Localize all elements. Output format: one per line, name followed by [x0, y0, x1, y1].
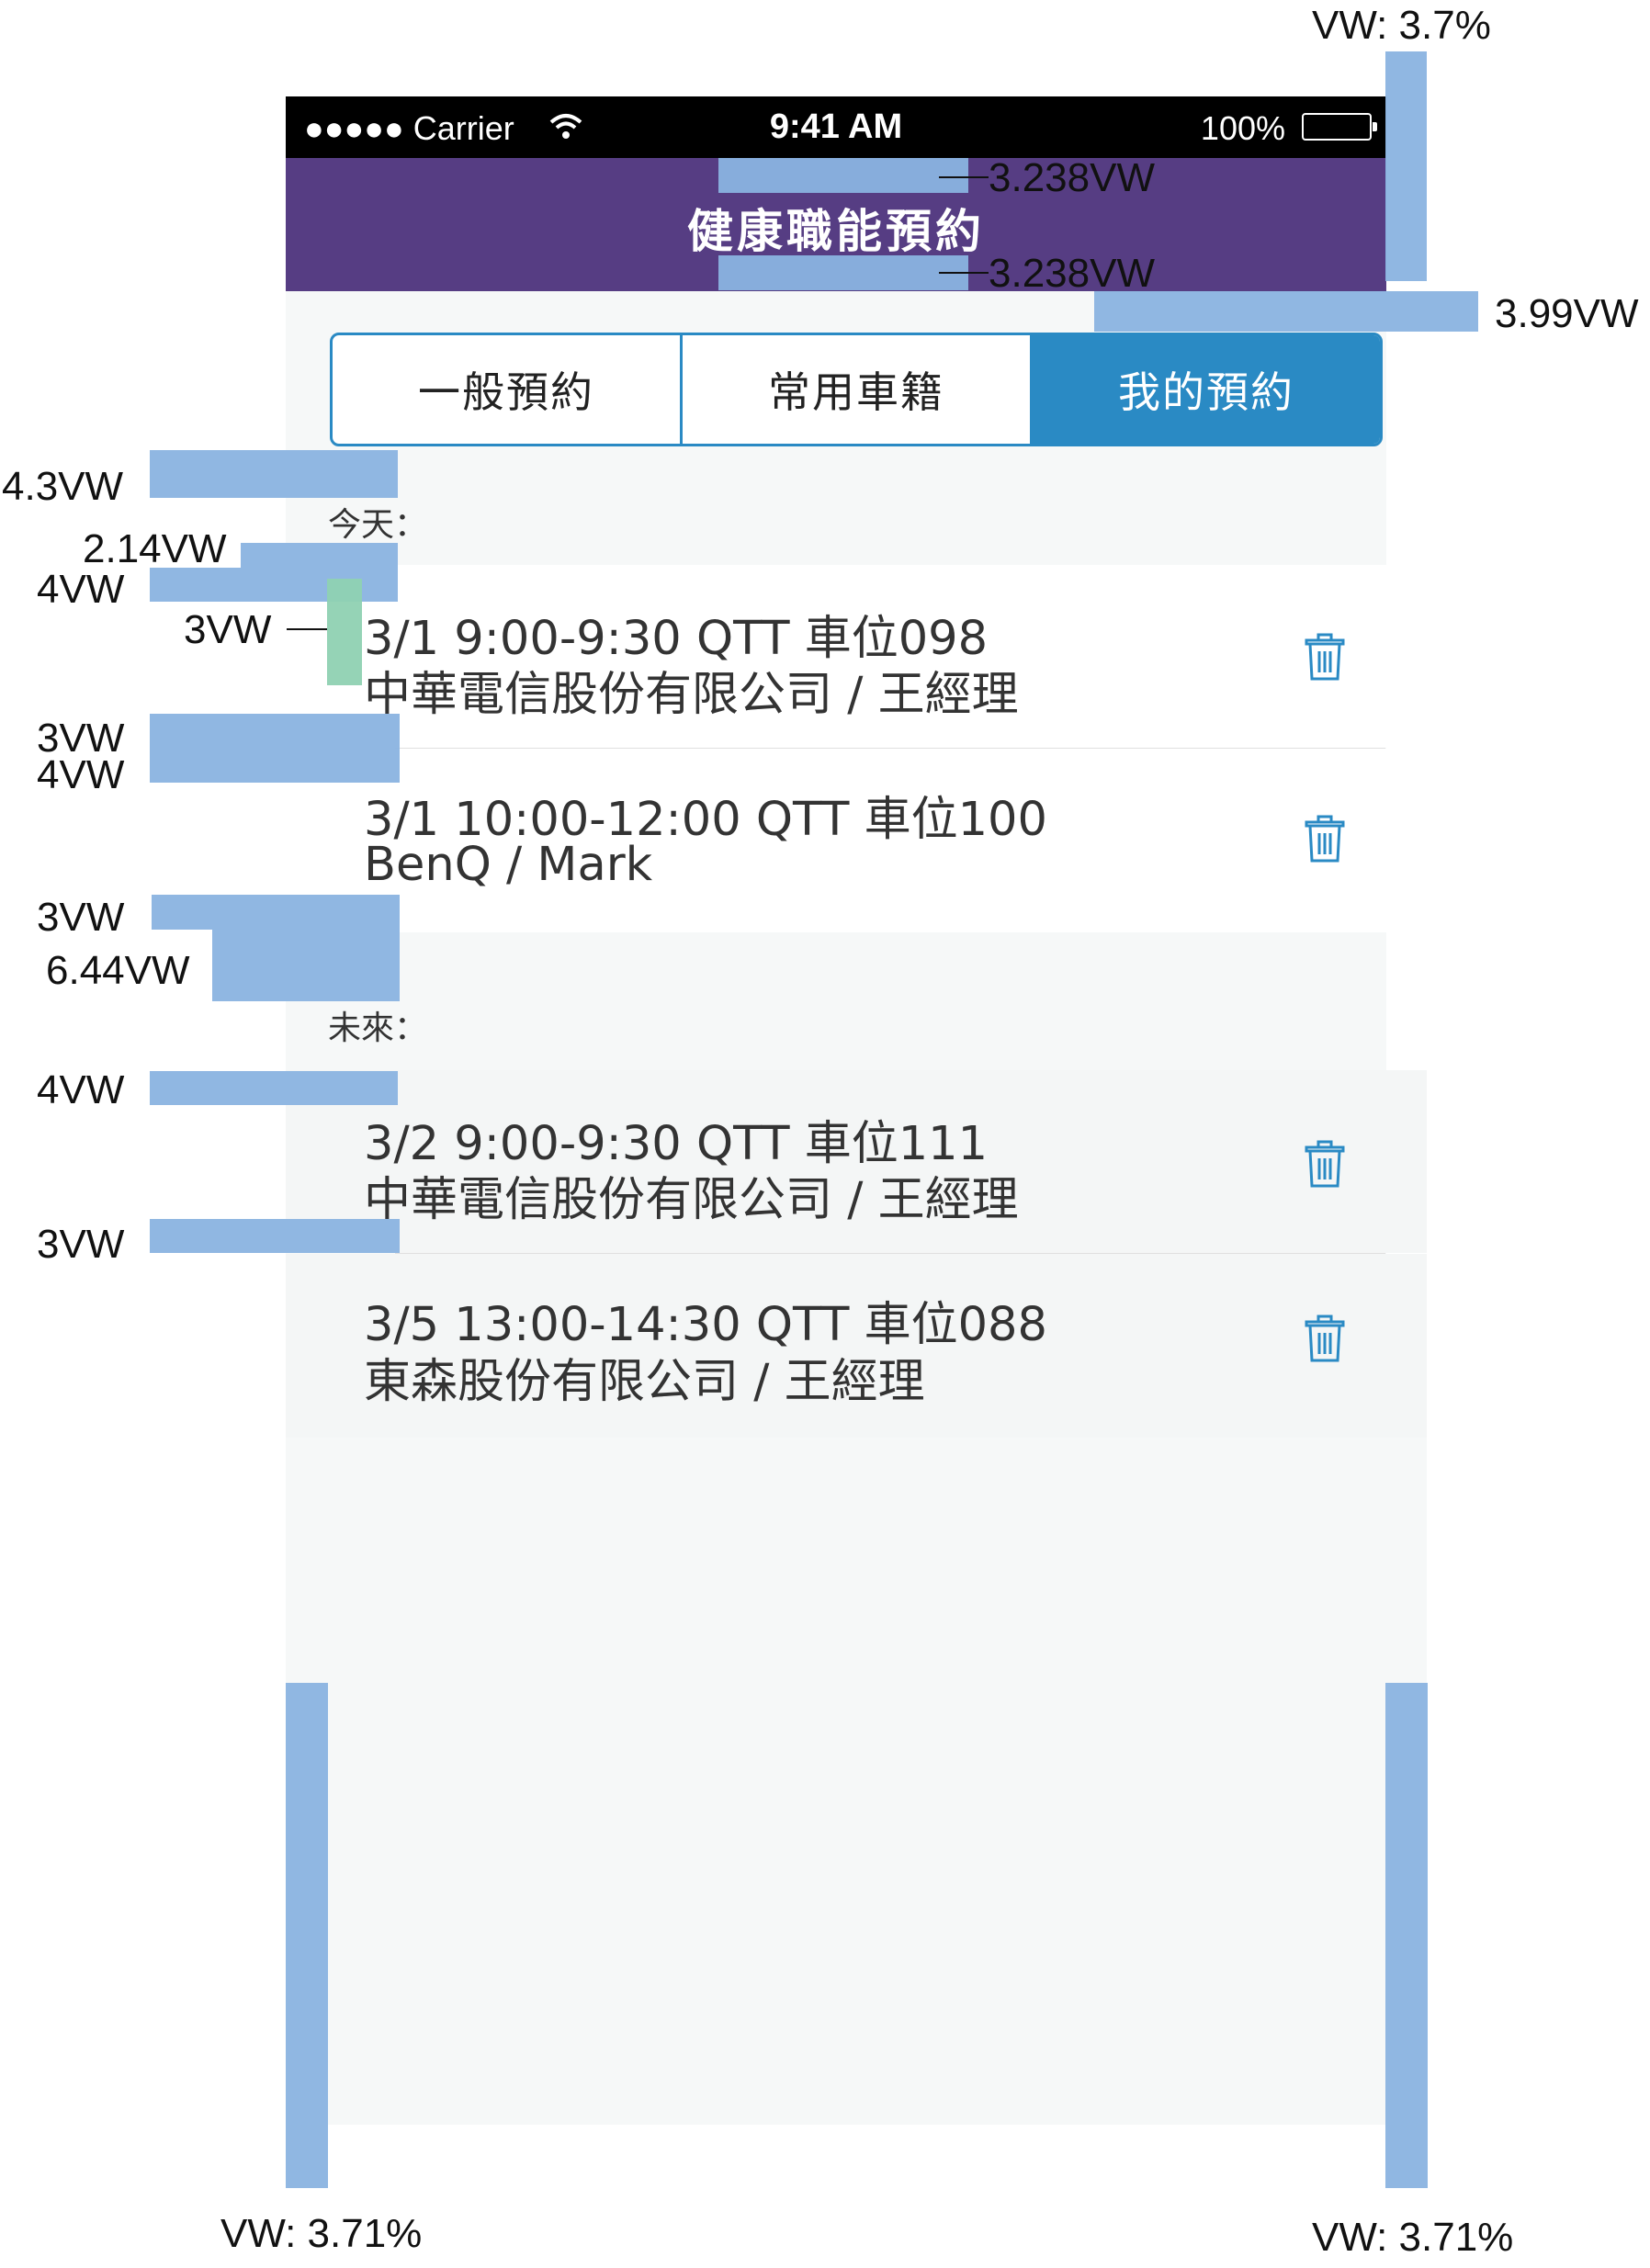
spec-label: VW: 3.71% [220, 2211, 423, 2256]
spec-leader [939, 176, 989, 178]
spec-bar [150, 1219, 400, 1253]
spec-label: 3.238VW [989, 155, 1155, 200]
spec-bar [150, 1071, 398, 1105]
booking-company: BenQ / Mark [364, 838, 653, 892]
spec-leader [287, 628, 327, 630]
content-area [329, 1683, 1385, 2125]
battery-icon [1302, 113, 1377, 141]
spec-bar [150, 714, 400, 748]
spec-bar [150, 748, 400, 783]
section-label-future: 未來： [328, 1010, 428, 1047]
spec-label: 6.44VW [46, 948, 190, 993]
segmented-control: 一般預約 常用車籍 我的預約 [330, 333, 1383, 446]
spec-bar [1385, 1683, 1428, 2188]
list-item[interactable]: 3/1 10:00-12:00 QTT 車位100 BenQ / Mark [286, 749, 1386, 932]
status-bar: ●●●●● Carrier 9:41 AM 100% [286, 96, 1386, 158]
spec-label: 4VW [37, 1067, 125, 1112]
spec-label: 3VW [184, 607, 272, 652]
spec-label: 4VW [37, 752, 125, 797]
spec-label: VW: 3.71% [1312, 2215, 1514, 2260]
spec-label: 3.238VW [989, 251, 1155, 296]
spec-label: VW: 3.7% [1312, 3, 1491, 48]
tab-saved-vehicles[interactable]: 常用車籍 [683, 335, 1033, 444]
spec-bar [212, 930, 400, 1001]
spec-leader [939, 272, 989, 274]
tab-my-bookings[interactable]: 我的預約 [1033, 335, 1380, 444]
booking-company: 東森股份有限公司 / 王經理 [364, 1355, 925, 1409]
trash-icon[interactable] [1305, 815, 1345, 863]
tab-general-booking[interactable]: 一般預約 [333, 335, 683, 444]
list-item[interactable]: 3/5 13:00-14:30 QTT 車位088 東森股份有限公司 / 王經理 [286, 1254, 1427, 1438]
trash-icon[interactable] [1305, 1315, 1345, 1362]
spec-bar [1094, 291, 1478, 332]
booking-company: 中華電信股份有限公司 / 王經理 [364, 1173, 1019, 1227]
spec-label: 3VW [37, 895, 125, 940]
spec-bar [152, 895, 400, 930]
trash-icon[interactable] [1305, 633, 1345, 681]
booking-company: 中華電信股份有限公司 / 王經理 [364, 668, 1019, 722]
spec-bar [241, 543, 398, 568]
list-item[interactable]: 3/2 9:00-9:30 QTT 車位111 中華電信股份有限公司 / 王經理 [286, 1070, 1427, 1253]
spec-bar [150, 450, 398, 498]
spec-label: 4VW [37, 567, 125, 612]
spec-label: 4.3VW [2, 464, 124, 509]
list-item[interactable]: 3/1 9:00-9:30 QTT 車位098 中華電信股份有限公司 / 王經理 [286, 565, 1386, 748]
spec-label: 2.14VW [83, 526, 227, 571]
trash-icon[interactable] [1305, 1140, 1345, 1188]
section-label-today: 今天： [328, 506, 428, 544]
spec-bar [1385, 51, 1427, 281]
spec-bar [718, 158, 968, 193]
spec-bar [327, 579, 362, 685]
spec-label: 3VW [37, 1222, 125, 1267]
spec-bar [286, 1683, 328, 2188]
page-title: 健康職能預約 [687, 205, 985, 258]
spec-label: 3.99VW [1495, 291, 1639, 336]
spec-bar [718, 255, 968, 290]
battery-percent: 100% [1200, 109, 1285, 147]
